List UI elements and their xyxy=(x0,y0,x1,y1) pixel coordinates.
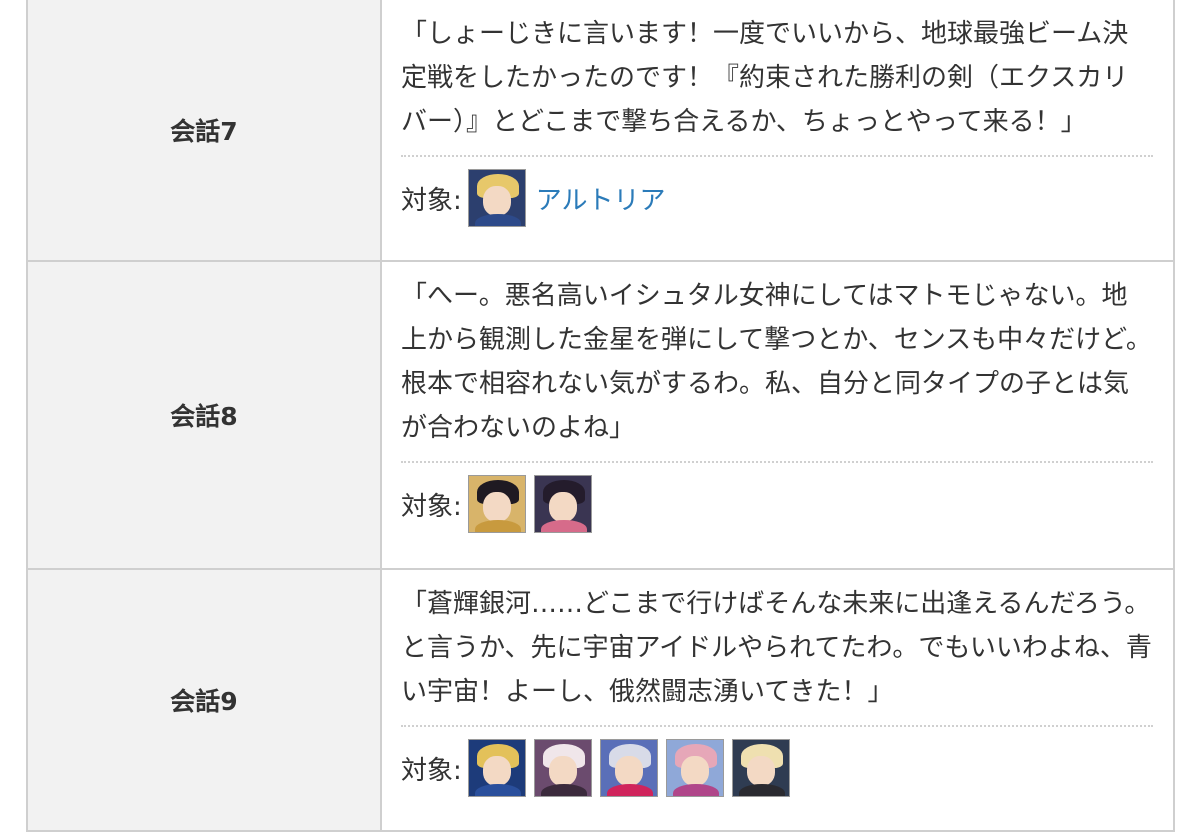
avatar-artoria[interactable] xyxy=(467,169,526,227)
avatar-face xyxy=(614,756,643,786)
avatar-ishtar-2[interactable] xyxy=(533,475,592,533)
target-avatars xyxy=(467,169,534,227)
avatar-body xyxy=(672,784,719,796)
avatar-face xyxy=(548,756,577,786)
dialogue-label: 会話8 xyxy=(26,260,382,570)
target-link[interactable]: アルトリア xyxy=(536,180,666,217)
dialogue-content: 「しょーじきに言います！一度でいいから、地球最強ビーム決定戦をしたかったのです！… xyxy=(380,0,1175,262)
target-label: 対象: xyxy=(401,491,462,522)
table-row: 会話7 「しょーじきに言います！一度でいいから、地球最強ビーム決定戦をしたかった… xyxy=(26,0,1175,262)
avatar-mysterious-idol-x[interactable] xyxy=(731,739,790,797)
avatar-face xyxy=(746,756,775,786)
dialogue-label: 会話7 xyxy=(26,0,382,262)
avatar-body xyxy=(474,520,521,532)
left-margin xyxy=(0,0,26,839)
avatar-face xyxy=(680,756,709,786)
avatar-body xyxy=(738,784,785,796)
dialogue-table: 会話7 「しょーじきに言います！一度でいいから、地球最強ビーム決定戦をしたかった… xyxy=(26,0,1175,832)
target-avatars xyxy=(467,475,600,533)
avatar-heroine-x[interactable] xyxy=(467,739,526,797)
avatar-face xyxy=(482,492,511,522)
avatar-face xyxy=(482,186,511,216)
avatar-body xyxy=(540,520,587,532)
table-row: 会話8 「へー。悪名高いイシュタル女神にしてはマトモじゃない。地上から観測した金… xyxy=(26,260,1175,570)
avatar-body xyxy=(606,784,653,796)
avatar-body xyxy=(474,214,521,226)
avatar-body xyxy=(474,784,521,796)
avatar-face xyxy=(482,756,511,786)
dialogue-label: 会話9 xyxy=(26,568,382,832)
right-margin xyxy=(1175,0,1200,839)
table-row: 会話9 「蒼輝銀河……どこまで行けばそんな未来に出逢えるんだろう。と言うか、先に… xyxy=(26,568,1175,832)
target-row: 対象: xyxy=(401,463,1153,557)
dialogue-quote: 「蒼輝銀河……どこまで行けばそんな未来に出逢えるんだろう。と言うか、先に宇宙アイ… xyxy=(401,570,1153,727)
avatar-body xyxy=(540,784,587,796)
dialogue-quote: 「へー。悪名高いイシュタル女神にしてはマトモじゃない。地上から観測した金星を弾に… xyxy=(401,262,1153,463)
target-label: 対象: xyxy=(401,185,462,216)
target-avatars xyxy=(467,739,798,797)
page: 会話7 「しょーじきに言います！一度でいいから、地球最強ビーム決定戦をしたかった… xyxy=(0,0,1200,839)
dialogue-content: 「蒼輝銀河……どこまで行けばそんな未来に出逢えるんだろう。と言うか、先に宇宙アイ… xyxy=(380,568,1175,832)
dialogue-content: 「へー。悪名高いイシュタル女神にしてはマトモじゃない。地上から観測した金星を弾に… xyxy=(380,260,1175,570)
dialogue-quote: 「しょーじきに言います！一度でいいから、地球最強ビーム決定戦をしたかったのです！… xyxy=(401,0,1153,157)
avatar-mysterious-heroine-xx[interactable] xyxy=(599,739,658,797)
avatar-heroine-x-alter[interactable] xyxy=(533,739,592,797)
avatar-face xyxy=(548,492,577,522)
target-row: 対象: xyxy=(401,727,1153,821)
avatar-space-ishtar-pink[interactable] xyxy=(665,739,724,797)
target-label: 対象: xyxy=(401,755,462,786)
target-row: 対象: アルトリア xyxy=(401,157,1153,251)
avatar-ishtar-1[interactable] xyxy=(467,475,526,533)
